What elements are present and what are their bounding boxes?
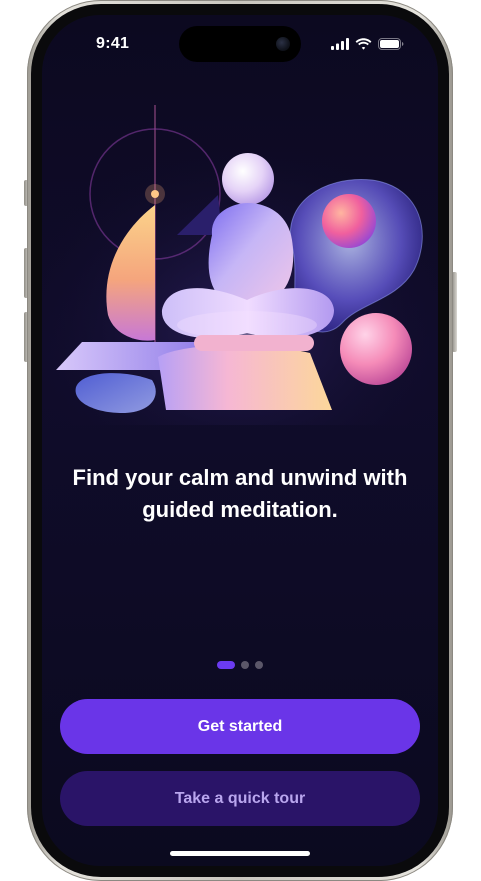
status-time: 9:41	[96, 35, 130, 52]
page-dot-3[interactable]	[255, 661, 263, 669]
app-screen: 9:41 Find your calm and unwind with guid…	[42, 15, 438, 866]
wifi-icon	[355, 38, 372, 50]
onboarding-headline: Find your calm and unwind with guided me…	[72, 465, 408, 522]
status-icons	[331, 37, 404, 51]
front-camera-icon	[276, 37, 290, 51]
home-indicator[interactable]	[170, 851, 310, 856]
quick-tour-button[interactable]: Take a quick tour	[60, 771, 420, 826]
cellular-signal-icon	[331, 38, 349, 50]
get-started-button[interactable]: Get started	[60, 699, 420, 754]
dynamic-island	[179, 26, 301, 62]
page-indicator	[42, 661, 438, 669]
device-mockup: 9:41 Find your calm and unwind with guid…	[0, 0, 481, 881]
meditation-illustration	[42, 95, 438, 425]
page-dot-2[interactable]	[241, 661, 249, 669]
page-dot-1[interactable]	[217, 661, 235, 669]
battery-icon	[378, 38, 404, 50]
status-bar: 9:41	[42, 15, 438, 69]
